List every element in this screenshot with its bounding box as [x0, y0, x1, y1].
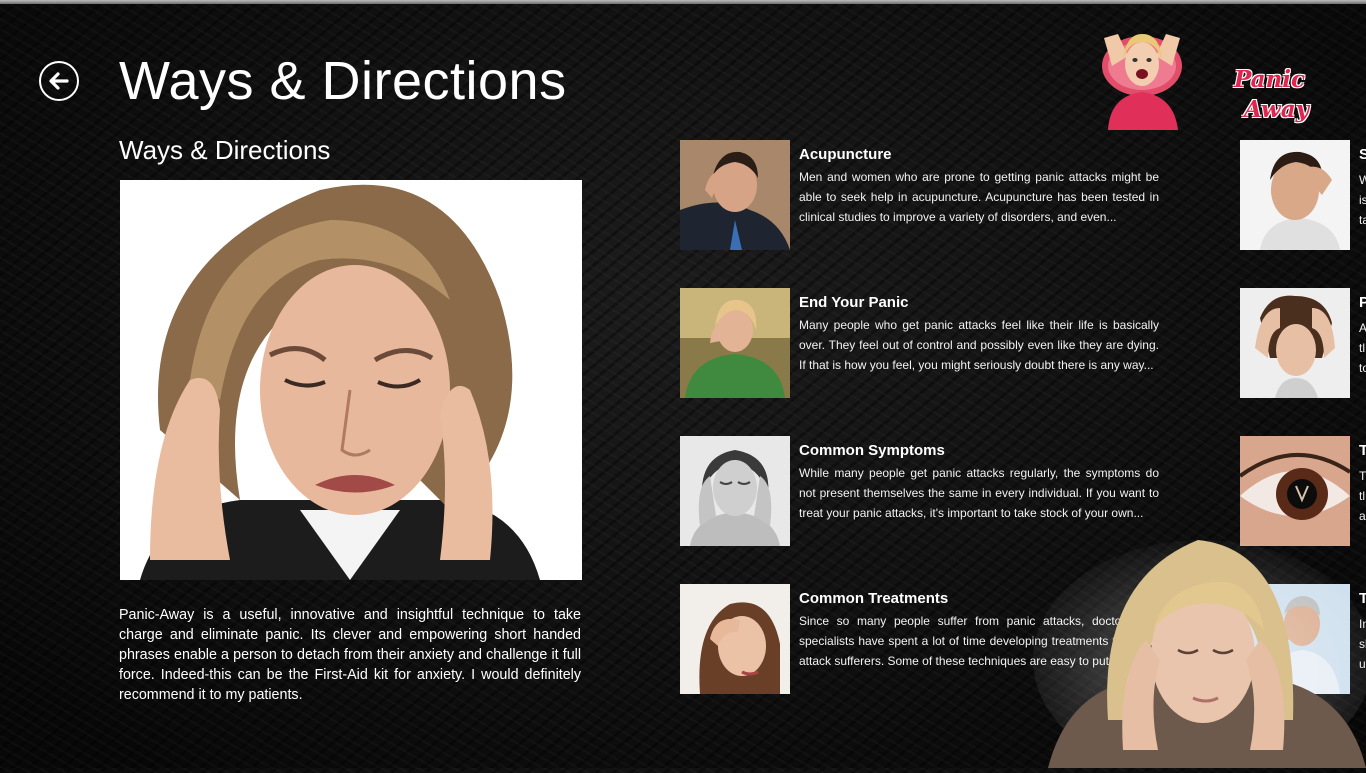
description-text: Panic-Away is a useful, innovative and i…: [119, 607, 581, 703]
list-item-end-your-panic[interactable]: End Your Panic Many people who get panic…: [680, 288, 1160, 398]
item-title: Acupuncture: [799, 146, 892, 163]
logo-word-away: Away: [1244, 96, 1309, 123]
thumbnail-woman-bw: [680, 436, 790, 546]
item-title: End Your Panic: [799, 294, 909, 311]
section-title: Ways & Directions: [119, 135, 331, 165]
woman-holding-head-image: [120, 180, 582, 580]
thumbnail-man-stubble: [1240, 140, 1350, 250]
thumbnail-woman-green-sweater: [680, 288, 790, 398]
logo-word-panic: Panic: [1234, 66, 1306, 93]
decorative-woman-covering-ears-image: [1028, 520, 1366, 773]
item-title-truncated: S: [1359, 146, 1366, 163]
item-title: Common Symptoms: [799, 442, 945, 459]
item-summary: Men and women who are prone to getting p…: [799, 170, 1159, 224]
list-item-acupuncture[interactable]: Acupuncture Men and women who are prone …: [680, 140, 1160, 250]
list-item-col2-2[interactable]: P Atl to: [1240, 288, 1366, 398]
screaming-woman-logo-image: [1102, 34, 1182, 130]
item-title-truncated: P: [1359, 294, 1366, 311]
item-title: Common Treatments: [799, 590, 949, 607]
list-item-col2-1[interactable]: S Wis ta: [1240, 140, 1366, 250]
item-summary-truncated: Wis ta: [1359, 173, 1366, 227]
thumbnail-woman-hand-forehead: [680, 584, 790, 694]
thumbnail-woman-hands-in-hair: [1240, 288, 1350, 398]
item-summary: Many people who get panic attacks feel l…: [799, 318, 1159, 372]
back-arrow-icon: [49, 72, 69, 90]
window-top-bar: [0, 0, 1366, 4]
page-title: Ways & Directions: [119, 51, 567, 111]
item-title-truncated: T: [1359, 442, 1366, 459]
item-summary-truncated: Atl to: [1359, 321, 1366, 375]
back-button[interactable]: [39, 61, 79, 101]
hero-image-headache-woman: [120, 180, 582, 580]
item-summary: While many people get panic attacks regu…: [799, 466, 1159, 520]
panic-away-logo: Panic Away: [1098, 26, 1313, 132]
thumbnail-man-headache: [680, 140, 790, 250]
item-summary-truncated: Ttl a: [1359, 469, 1366, 523]
